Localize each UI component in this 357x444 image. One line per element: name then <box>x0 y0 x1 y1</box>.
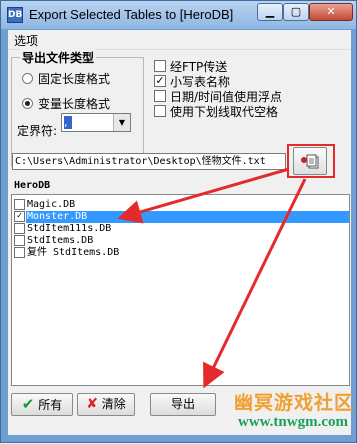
datetime-float-checkbox[interactable] <box>154 90 166 102</box>
title-bar[interactable]: DB Export Selected Tables to [HeroDB] ▁ … <box>1 1 356 29</box>
table-row-name: StdItems.DB <box>27 235 94 246</box>
menu-options[interactable]: 选项 <box>14 32 38 49</box>
underscore-label[interactable]: 使用下划线取代空格 <box>170 103 278 120</box>
table-row[interactable]: 复件 StdItems.DB <box>12 247 349 259</box>
export-dialog-window: DB Export Selected Tables to [HeroDB] ▁ … <box>0 0 357 443</box>
variable-length-label[interactable]: 变量长度格式 <box>38 95 110 112</box>
variable-length-radio[interactable] <box>22 98 33 109</box>
table-row-checkbox[interactable] <box>14 199 25 210</box>
ftp-checkbox[interactable] <box>154 60 166 72</box>
fixed-length-label[interactable]: 固定长度格式 <box>38 70 110 87</box>
delimiter-select[interactable]: , ▼ <box>61 113 131 132</box>
select-all-label: 所有 <box>38 398 63 412</box>
watermark-url: www.tnwgm.com <box>238 414 348 430</box>
clear-button[interactable]: ✘ 清除 <box>77 393 135 416</box>
close-icon: ✕ <box>326 5 336 18</box>
table-row[interactable]: ✓ Monster.DB <box>12 211 349 223</box>
table-row-name: 复件 StdItems.DB <box>27 247 120 258</box>
table-row-name: StdItem111s.DB <box>27 223 112 234</box>
dialog-client-area: 选项 导出文件类型 固定长度格式 变量长度格式 定界符: , ▼ 经FTP传送 … <box>8 30 355 435</box>
green-check-icon: ✔ <box>21 395 35 413</box>
app-icon: DB <box>7 7 23 23</box>
underscore-checkbox[interactable] <box>154 105 166 117</box>
fixed-length-radio[interactable] <box>22 73 33 84</box>
watermark-site-name: 幽冥游戏社区 <box>234 392 355 414</box>
minimize-icon: ▁ <box>265 5 275 18</box>
export-type-group: 导出文件类型 固定长度格式 变量长度格式 定界符: <box>11 49 144 167</box>
delimiter-value: , <box>64 116 72 129</box>
export-label: 导出 <box>170 397 195 411</box>
table-row-name: Monster.DB <box>26 211 349 223</box>
lowercase-checkbox[interactable]: ✓ <box>154 75 166 87</box>
table-row-checkbox[interactable]: ✓ <box>14 211 25 222</box>
export-type-title: 导出文件类型 <box>20 49 97 66</box>
minimize-button[interactable]: ▁ <box>257 3 283 21</box>
table-row[interactable]: Magic.DB <box>12 199 349 211</box>
table-row-checkbox[interactable] <box>14 247 25 258</box>
select-all-button[interactable]: ✔ 所有 <box>11 393 73 416</box>
output-path-input[interactable]: C:\Users\Administrator\Desktop\怪物文件.txt <box>12 153 286 170</box>
table-row-checkbox[interactable] <box>14 235 25 246</box>
database-name: HeroDB <box>14 180 51 191</box>
table-row[interactable]: StdItems.DB <box>12 235 349 247</box>
site-watermark: 幽冥游戏社区 www.tnwgm.com <box>234 388 355 432</box>
close-button[interactable]: ✕ <box>309 3 353 21</box>
clear-label: 清除 <box>101 397 126 411</box>
table-row-name: Magic.DB <box>27 199 76 210</box>
table-list[interactable]: Magic.DB ✓ Monster.DB StdItem111s.DB Std… <box>11 194 350 386</box>
export-button[interactable]: 导出 <box>150 393 216 416</box>
chevron-down-icon[interactable]: ▼ <box>113 114 130 131</box>
red-x-icon: ✘ <box>86 396 98 412</box>
maximize-button[interactable]: ▢ <box>283 3 309 21</box>
maximize-icon: ▢ <box>290 5 302 18</box>
window-title: Export Selected Tables to [HeroDB] <box>29 7 234 22</box>
menu-bar: 选项 <box>8 30 351 50</box>
delimiter-label: 定界符: <box>17 124 58 138</box>
browse-highlight-box <box>287 144 335 178</box>
table-row[interactable]: StdItem111s.DB <box>12 223 349 235</box>
table-row-checkbox[interactable] <box>14 223 25 234</box>
